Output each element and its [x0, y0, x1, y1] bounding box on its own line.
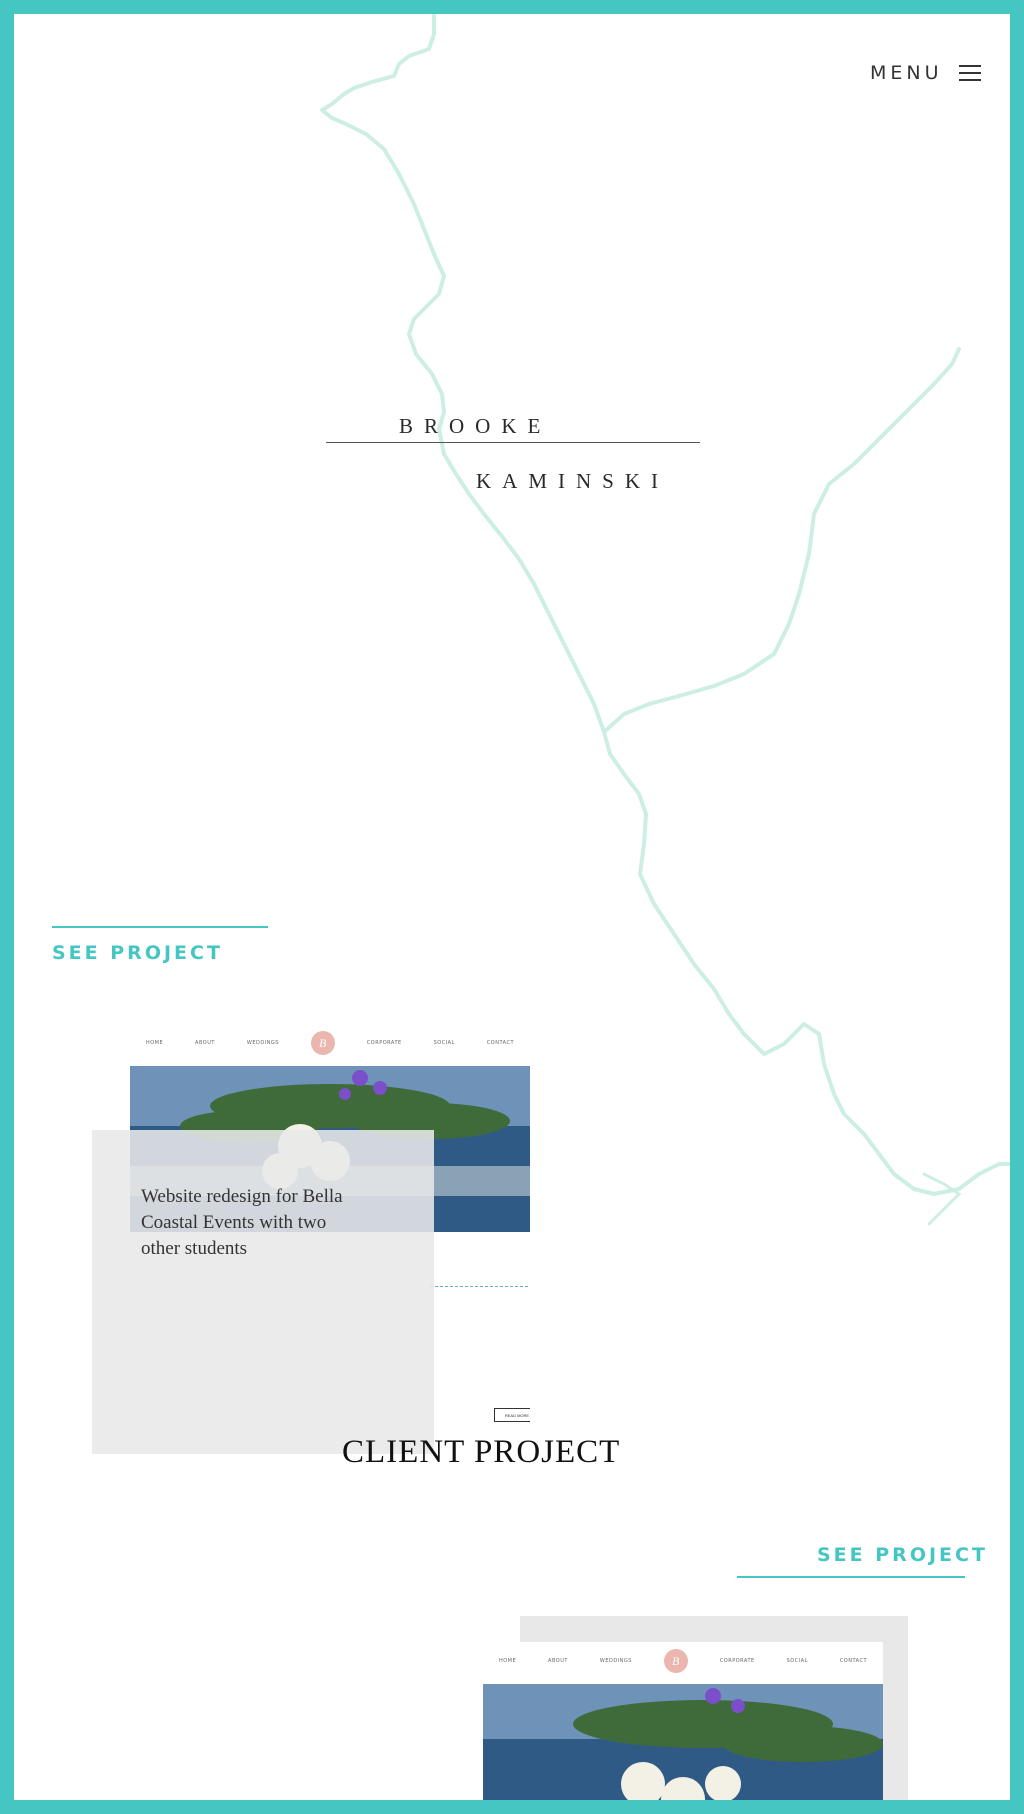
see-project-divider: [52, 926, 268, 928]
river-map-decoration: [320, 14, 1010, 1226]
project-thumbnail[interactable]: HOME ABOUT WEDDINGS B CORPORATE SOCIAL C…: [483, 1642, 883, 1800]
mock-nav-item: ABOUT: [195, 1040, 215, 1046]
project-description: Website redesign for Bella Coastal Event…: [141, 1186, 343, 1259]
mock-nav-item: CORPORATE: [719, 1658, 755, 1664]
hero-last-name: KAMINSKI: [476, 469, 669, 493]
hamburger-icon[interactable]: [958, 64, 981, 82]
mock-nav-item: CORPORATE: [366, 1040, 402, 1046]
mock-nav-item: CONTACT: [839, 1658, 868, 1664]
menu-button[interactable]: MENU: [870, 62, 981, 84]
see-project-link[interactable]: SEE PROJECT: [52, 942, 223, 964]
page: MENU BROOKE KAMINSKI SEE PROJECT HOME AB…: [14, 14, 1010, 1800]
mock-nav-item: CONTACT: [486, 1040, 515, 1046]
project-title: CLIENT PROJECT: [342, 1434, 621, 1470]
mock-nav-item: SOCIAL: [786, 1658, 808, 1664]
mock-nav: HOME ABOUT WEDDINGS B CORPORATE SOCIAL C…: [130, 1024, 530, 1062]
mock-nav: HOME ABOUT WEDDINGS B CORPORATE SOCIAL C…: [483, 1642, 883, 1680]
hero-divider: [326, 442, 700, 443]
mock-logo: B: [310, 1031, 335, 1055]
menu-label: MENU: [870, 62, 943, 84]
mock-read-more-button: READ MORE: [494, 1408, 530, 1422]
flower-photo: [483, 1684, 883, 1800]
project-description-card: [92, 1130, 434, 1454]
mock-nav-item: SOCIAL: [433, 1040, 455, 1046]
see-project-divider: [737, 1576, 965, 1578]
mock-nav-item: WEDDINGS: [599, 1658, 632, 1664]
mock-nav-item: HOME: [498, 1658, 517, 1664]
see-project-link[interactable]: SEE PROJECT: [817, 1544, 988, 1566]
hero-first-name: BROOKE: [399, 414, 552, 438]
mock-nav-item: WEDDINGS: [246, 1040, 279, 1046]
mock-logo: B: [663, 1649, 688, 1673]
mock-nav-item: HOME: [145, 1040, 164, 1046]
mock-nav-item: ABOUT: [548, 1658, 568, 1664]
mock-divider: [430, 1286, 528, 1287]
